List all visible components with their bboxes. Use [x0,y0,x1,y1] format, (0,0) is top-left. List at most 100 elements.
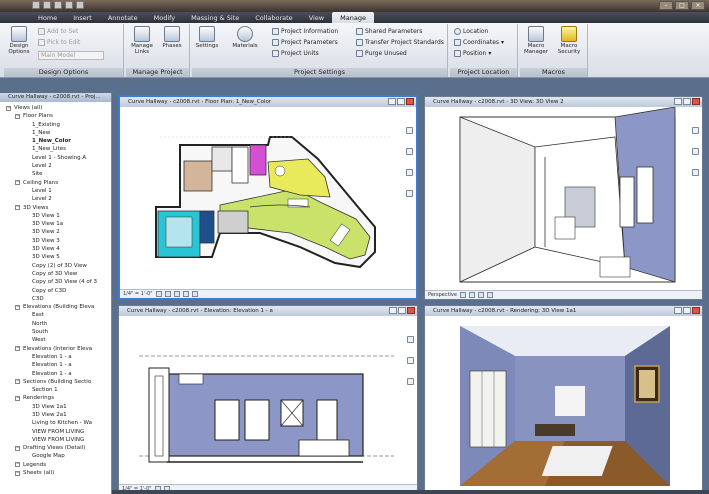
open-icon[interactable] [32,1,40,9]
browser-tree-item[interactable]: − Sheets (all) [0,469,111,477]
browser-tree-item[interactable]: Copy of 3D View [0,270,111,278]
expand-toggle-icon[interactable]: − [15,113,20,119]
orbit-icon[interactable] [692,169,699,176]
browser-tree-item[interactable]: Copy of C3D [0,287,111,295]
maximize-icon[interactable] [683,98,691,105]
shadows-icon[interactable] [468,292,475,298]
print-icon[interactable] [76,1,84,9]
browser-tree-item[interactable]: VIEW FROM LIVING [0,428,111,436]
browser-tree-item[interactable]: Elevation 1 - a [0,361,111,369]
steering-wheel-icon[interactable] [407,336,414,343]
zoom-icon[interactable] [406,148,413,155]
main-model-dropdown[interactable]: Main Model [38,51,104,60]
tab-massing-site[interactable]: Massing & Site [183,12,247,23]
browser-tree-item[interactable]: Level 1 - Showing A [0,154,111,162]
browser-tree-item[interactable]: − Floor Plans [0,112,111,120]
expand-toggle-icon[interactable]: − [15,346,20,352]
shared-parameters-button[interactable]: Shared Parameters [356,27,422,36]
design-options-button[interactable]: Design Options [6,26,32,55]
render-icon[interactable] [477,292,484,298]
expand-toggle-icon[interactable]: − [6,105,11,111]
browser-tree-item[interactable]: 3D View 1a1 [0,403,111,411]
zoom-icon[interactable] [407,357,414,364]
browser-tree-item[interactable]: − Renderings [0,394,111,402]
expand-toggle-icon[interactable]: − [15,379,20,385]
macro-manager-button[interactable]: Macro Manager [523,26,549,55]
floor-plan-view[interactable]: Curve Hallway - c2008.rvt - Floor Plan: … [118,95,418,300]
minimize-icon[interactable] [674,307,682,314]
location-button[interactable]: Location [454,27,488,36]
browser-tree-item[interactable]: Google Map [0,452,111,460]
browser-tree-item[interactable]: Elevation 1 - a [0,370,111,378]
minimize-icon[interactable] [388,98,396,105]
browser-tree-item[interactable]: Level 1 [0,187,111,195]
settings-button[interactable]: Settings [194,26,220,49]
close-icon[interactable] [406,98,414,105]
browser-tree-item[interactable]: C3D [0,295,111,303]
tab-modify[interactable]: Modify [146,12,184,23]
visual-style-icon[interactable] [164,291,171,297]
tab-annotate[interactable]: Annotate [100,12,146,23]
add-to-set-button[interactable]: Add to Set [38,27,78,36]
minimize-icon[interactable] [389,307,397,314]
minimize-icon[interactable]: – [659,1,673,10]
pan-icon[interactable] [406,169,413,176]
expand-toggle-icon[interactable]: − [15,180,20,186]
crop-icon[interactable] [182,291,189,297]
tab-manage[interactable]: Manage [332,12,374,23]
phases-button[interactable]: Phases [159,26,185,49]
browser-tree-item[interactable]: 3D View 2 [0,228,111,236]
browser-tree-item[interactable]: 3D View 1a [0,220,111,228]
browser-tree-item[interactable]: Copy of 3D View (4 of 3 [0,278,111,286]
browser-tree-item[interactable]: South [0,328,111,336]
browser-tree-item[interactable]: Living to Kitchen - Wa [0,419,111,427]
browser-tree-item[interactable]: Level 2 [0,195,111,203]
browser-tree-item[interactable]: West [0,336,111,344]
expand-toggle-icon[interactable]: − [15,304,20,310]
rendering-view[interactable]: Curve Hallway - c2008.rvt - Rendering: 3… [424,305,703,494]
browser-tree-item[interactable]: Copy (2) of 3D View [0,262,111,270]
browser-tree-item[interactable]: − Ceiling Plans [0,179,111,187]
browser-tree-item[interactable]: Site [0,170,111,178]
elevation-canvas[interactable] [119,316,417,484]
save-icon[interactable] [43,1,51,9]
close-icon[interactable] [407,307,415,314]
tab-view[interactable]: View [301,12,332,23]
browser-tree-item[interactable]: 3D View 5 [0,253,111,261]
coordinates-button[interactable]: Coordinates ▾ [454,38,504,47]
floor-plan-canvas[interactable] [120,107,416,289]
project-units-button[interactable]: Project Units [272,49,319,58]
browser-tree-item[interactable]: − Legends [0,461,111,469]
elevation-view[interactable]: Curve Hallway - c2008.rvt - Elevation: E… [118,305,418,494]
position-button[interactable]: Position ▾ [454,49,491,58]
purge-unused-button[interactable]: Purge Unused [356,49,407,58]
browser-tree-item[interactable]: 1_New_Lites [0,145,111,153]
browser-tree-item[interactable]: 3D View 4 [0,245,111,253]
project-parameters-button[interactable]: Project Parameters [272,38,338,47]
expand-toggle-icon[interactable]: − [15,470,20,476]
browser-tree-item[interactable]: 1_Existing [0,121,111,129]
browser-tree-item[interactable]: − Elevations (Building Eleva [0,303,111,311]
expand-toggle-icon[interactable]: − [15,462,20,468]
maximize-icon[interactable]: □ [675,1,689,10]
close-icon[interactable]: × [691,1,705,10]
browser-tree-item[interactable]: − Elevations (Interior Eleva [0,345,111,353]
expand-toggle-icon[interactable]: − [15,445,20,451]
hide-icon[interactable] [191,291,198,297]
orbit-icon[interactable] [406,190,413,197]
pan-icon[interactable] [407,378,414,385]
macro-security-button[interactable]: Macro Security [556,26,582,55]
manage-links-button[interactable]: Manage Links [129,26,155,55]
browser-tree-item[interactable]: Elevation 1 - a [0,353,111,361]
undo-icon[interactable] [54,1,62,9]
maximize-icon[interactable] [397,98,405,105]
browser-tree-item[interactable]: 3D View 1 [0,212,111,220]
transfer-project-standards-button[interactable]: Transfer Project Standards [356,38,444,47]
browser-tree-item[interactable]: − Views (all) [0,104,111,112]
pick-to-edit-button[interactable]: Pick to Edit [38,38,80,47]
rendering-canvas[interactable] [425,316,702,493]
3d-view-canvas[interactable] [425,107,702,290]
browser-tree-item[interactable]: North [0,320,111,328]
browser-tree-item[interactable]: Section 1 [0,386,111,394]
steering-wheel-icon[interactable] [406,127,413,134]
